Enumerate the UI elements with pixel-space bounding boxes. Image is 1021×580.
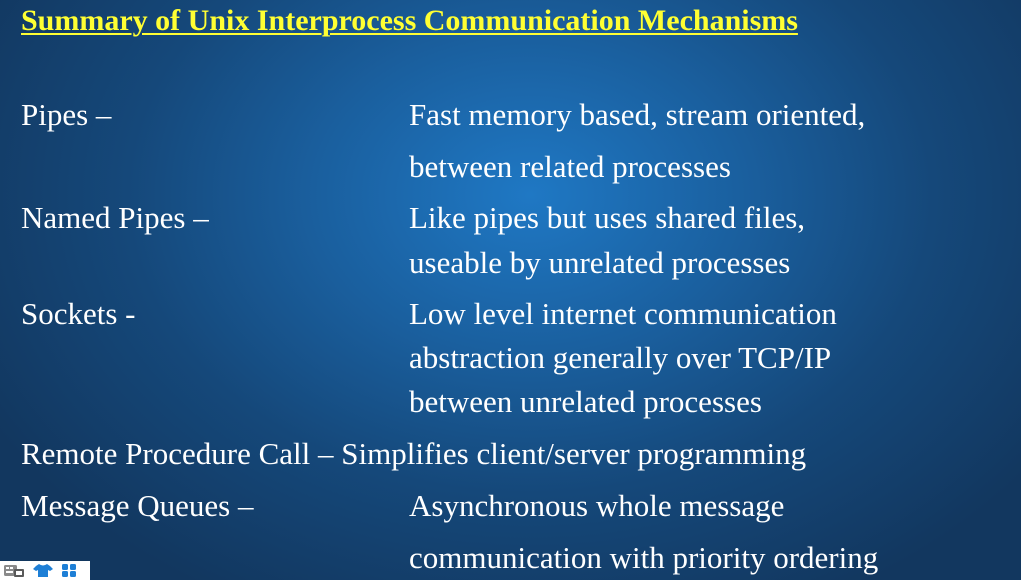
desc-message-queues-line-2: communication with priority ordering xyxy=(409,540,879,575)
slide-title: Summary of Unix Interprocess Communicati… xyxy=(21,4,798,37)
term-pipes: Pipes – xyxy=(21,97,112,132)
desc-sockets-line-2: abstraction generally over TCP/IP xyxy=(409,340,832,375)
shirt-icon[interactable] xyxy=(32,563,54,578)
term-named-pipes: Named Pipes – xyxy=(21,200,209,235)
desc-sockets-line-1: Low level internet communication xyxy=(409,296,837,331)
desc-named-pipes-line-1: Like pipes but uses shared files, xyxy=(409,200,806,235)
desc-pipes-line-2: between related processes xyxy=(409,149,731,184)
term-message-queues: Message Queues – xyxy=(21,488,254,523)
desc-named-pipes-line-2: useable by unrelated processes xyxy=(409,245,791,280)
desc-sockets-line-3: between unrelated processes xyxy=(409,384,762,419)
desc-pipes-line-1: Fast memory based, stream oriented, xyxy=(409,97,866,132)
desc-message-queues-line-1: Asynchronous whole message xyxy=(409,488,785,523)
apps-grid-icon[interactable] xyxy=(60,563,80,578)
taskbar-tray xyxy=(0,561,90,580)
keyboard-language-icon[interactable] xyxy=(3,563,25,578)
term-sockets: Sockets - xyxy=(21,296,136,331)
term-remote-procedure-call: Remote Procedure Call – Simplifies clien… xyxy=(21,436,807,471)
